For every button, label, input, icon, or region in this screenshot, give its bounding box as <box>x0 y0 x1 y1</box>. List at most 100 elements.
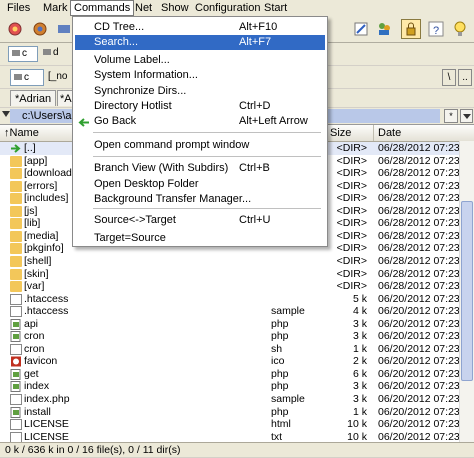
lock-icon[interactable] <box>401 19 421 39</box>
menu-item-open-command-prompt-window[interactable]: Open command prompt window <box>75 138 325 153</box>
menu-item-open-desktop-folder[interactable]: Open Desktop Folder <box>75 177 325 192</box>
file-size: <DIR> <box>336 242 367 255</box>
php-file-icon <box>10 331 22 343</box>
users-icon[interactable] <box>374 19 394 39</box>
table-row[interactable]: [var] <DIR> 06/28/2012 07:23 <box>0 280 474 293</box>
file-icon <box>10 293 22 305</box>
menu-mark[interactable]: Mark <box>40 1 70 15</box>
menu-item-shortcut: Alt+F10 <box>239 21 278 33</box>
file-ext: sh <box>271 342 283 355</box>
folder-icon <box>10 155 22 167</box>
refresh-icon[interactable] <box>5 19 25 39</box>
history-dropdown-icon[interactable] <box>2 111 10 117</box>
drive-button-left[interactable]: c <box>8 46 38 62</box>
lightbulb-icon[interactable] <box>450 19 470 39</box>
file-size: <DIR> <box>336 254 367 267</box>
file-size: <DIR> <box>336 229 367 242</box>
table-row[interactable]: favicon ico 2 k 06/20/2012 07:23 <box>0 355 474 368</box>
php-file-icon <box>10 381 22 393</box>
file-name: .htaccess <box>24 292 69 305</box>
file-date: 06/20/2012 07:23 <box>378 305 460 318</box>
menu-files[interactable]: Files <box>4 1 33 15</box>
table-row[interactable]: get php 6 k 06/20/2012 07:23 <box>0 368 474 381</box>
menu-item-cd-tree[interactable]: CD Tree... Alt+F10 <box>75 20 325 35</box>
menu-net[interactable]: Net <box>132 1 155 15</box>
menu-item-source-target[interactable]: Source<->Target Ctrl+U <box>75 213 325 228</box>
scrollbar-thumb[interactable] <box>461 201 473 381</box>
file-date: 06/28/2012 07:23 <box>378 167 460 180</box>
table-row[interactable]: [shell] <DIR> 06/28/2012 07:23 <box>0 255 474 268</box>
table-row[interactable]: .htaccess 5 k 06/20/2012 07:23 <box>0 293 474 306</box>
menu-show[interactable]: Show <box>158 1 192 15</box>
menu-separator <box>93 132 321 133</box>
table-row[interactable]: cron sh 1 k 06/20/2012 07:23 <box>0 343 474 356</box>
file-date: 06/20/2012 07:23 <box>378 405 460 418</box>
tab-adrian[interactable]: *Adrian <box>10 90 56 106</box>
file-name: LICENSE <box>24 418 69 431</box>
menu-item-branch-view-with-subdirs[interactable]: Branch View (With Subdirs) Ctrl+B <box>75 161 325 176</box>
file-date: 06/28/2012 07:23 <box>378 229 460 242</box>
gear-icon[interactable] <box>30 19 50 39</box>
edit-icon[interactable] <box>351 19 371 39</box>
volume-label: [_no <box>48 71 68 82</box>
table-row[interactable]: api php 3 k 06/20/2012 07:23 <box>0 318 474 331</box>
menu-item-volume-label[interactable]: Volume Label... <box>75 53 325 68</box>
menu-configuration[interactable]: Configuration <box>192 1 263 15</box>
drive-label: c <box>22 48 27 59</box>
column-size[interactable]: Size <box>326 125 374 141</box>
menu-item-system-information[interactable]: System Information... <box>75 68 325 83</box>
tab-second[interactable]: *A <box>57 90 73 106</box>
file-size: <DIR> <box>336 280 367 293</box>
path-history-button[interactable] <box>460 109 473 123</box>
table-row[interactable]: index.php sample 3 k 06/20/2012 07:23 <box>0 393 474 406</box>
column-size-label: Size <box>330 127 352 139</box>
menu-commands[interactable]: Commands <box>70 0 135 16</box>
table-row[interactable]: LICENSE html 10 k 06/20/2012 07:23 <box>0 418 474 431</box>
menu-item-label: Open command prompt window <box>94 139 250 151</box>
favicon-icon <box>10 356 22 367</box>
php-file-icon <box>10 318 22 330</box>
toolbar-tool-icon[interactable] <box>54 19 74 39</box>
menu-item-label: Open Desktop Folder <box>94 178 199 190</box>
menu-item-background-transfer-manager[interactable]: Background Transfer Manager... <box>75 192 325 207</box>
parent-dir-button[interactable]: .. <box>458 69 472 86</box>
menu-item-label: Background Transfer Manager... <box>94 193 252 205</box>
file-size: <DIR> <box>336 154 367 167</box>
menu-item-directory-hotlist[interactable]: Directory Hotlist Ctrl+D <box>75 99 325 114</box>
file-size: 3 k <box>352 317 367 330</box>
menu-item-label: CD Tree... <box>94 21 145 33</box>
table-row[interactable]: .htaccess sample 4 k 06/20/2012 07:23 <box>0 305 474 318</box>
menu-item-synchronize-dirs[interactable]: Synchronize Dirs... <box>75 84 325 99</box>
status-bar: 0 k / 636 k in 0 / 16 file(s), 0 / 11 di… <box>0 442 474 457</box>
file-size: 2 k <box>352 355 367 368</box>
menu-item-shortcut: Alt+Left Arrow <box>239 115 308 127</box>
file-size: 6 k <box>352 367 367 380</box>
table-row[interactable]: install php 1 k 06/20/2012 07:23 <box>0 406 474 419</box>
svg-text:?: ? <box>433 25 439 37</box>
menu-item-search[interactable]: Search... Alt+F7 <box>75 35 325 50</box>
hotlist-star-icon[interactable]: * <box>444 109 458 123</box>
file-size: 1 k <box>352 342 367 355</box>
vertical-scrollbar[interactable] <box>459 141 474 443</box>
file-icon <box>10 394 22 405</box>
drive-select-value: c <box>24 72 29 83</box>
column-date[interactable]: Date <box>374 125 474 141</box>
menu-item-go-back[interactable]: Go Back Alt+Left Arrow <box>75 114 325 129</box>
root-dir-button[interactable]: \ <box>442 69 456 86</box>
menu-item-target-source[interactable]: Target=Source <box>75 231 325 246</box>
help-icon[interactable]: ? <box>426 19 446 39</box>
table-row[interactable]: [skin] <DIR> 06/28/2012 07:23 <box>0 268 474 281</box>
drive-select[interactable]: c <box>10 69 44 86</box>
folder-icon <box>10 205 22 217</box>
drive-button-right[interactable]: d <box>40 46 68 62</box>
table-row[interactable]: cron php 3 k 06/20/2012 07:23 <box>0 330 474 343</box>
file-date: 06/28/2012 07:23 <box>378 154 460 167</box>
file-ext: html <box>271 418 291 431</box>
php-file-icon <box>10 406 22 418</box>
table-row[interactable]: index php 3 k 06/20/2012 07:23 <box>0 380 474 393</box>
menu-start[interactable]: Start <box>261 1 290 15</box>
menu-bar: Files Mark Commands Net Show Configurati… <box>0 0 474 17</box>
file-size: 1 k <box>352 405 367 418</box>
file-date: 06/28/2012 07:23 <box>378 192 460 205</box>
file-date: 06/28/2012 07:23 <box>378 217 460 230</box>
